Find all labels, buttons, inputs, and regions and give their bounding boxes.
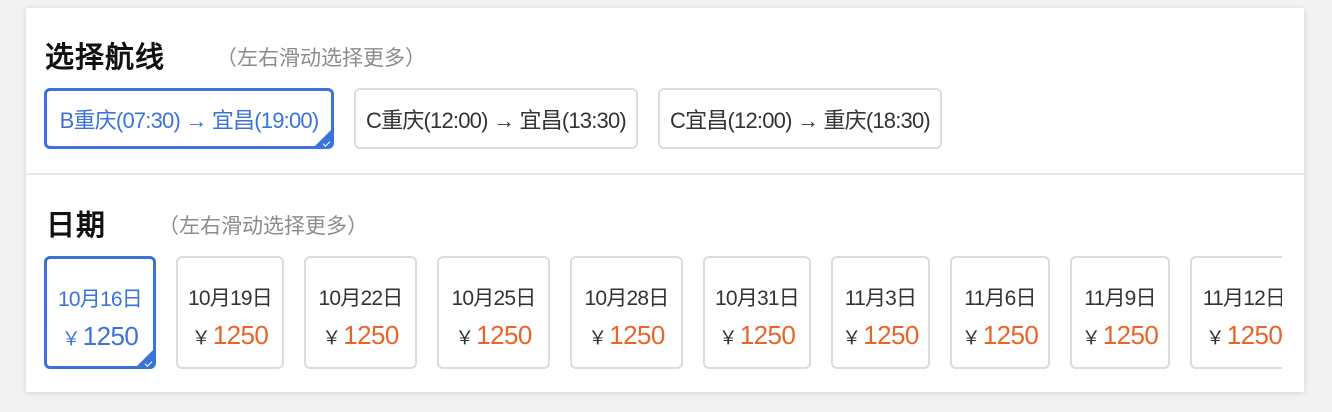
price-amount: 1250 bbox=[1102, 320, 1159, 350]
date-section-hint: （左右滑动选择更多） bbox=[158, 215, 368, 238]
date-price: ￥1250 bbox=[705, 320, 809, 351]
date-card[interactable]: 11月9日 ￥1250 bbox=[1070, 256, 1170, 369]
currency-symbol: ￥ bbox=[322, 328, 342, 349]
price-amount: 1250 bbox=[212, 320, 269, 350]
booking-panel: 选择航线 （左右滑动选择更多） B重庆(07:30) → 宜昌(19:00) C… bbox=[26, 8, 1304, 392]
date-price: ￥1250 bbox=[1072, 320, 1168, 351]
route-option-c-yichang-chongqing[interactable]: C宜昌(12:00) → 重庆(18:30) bbox=[658, 88, 942, 149]
price-amount: 1250 bbox=[1226, 320, 1282, 350]
currency-symbol: ￥ bbox=[1081, 328, 1101, 349]
date-label: 11月3日 bbox=[844, 287, 917, 310]
route-label: C重庆(12:00) → 宜昌(13:30) bbox=[366, 107, 627, 133]
route-option-b-chongqing-yichang[interactable]: B重庆(07:30) → 宜昌(19:00) bbox=[44, 88, 334, 149]
price-amount: 1250 bbox=[343, 320, 399, 350]
date-card[interactable]: 10月25日 ￥1250 bbox=[437, 256, 550, 369]
date-label: 11月9日 bbox=[1084, 287, 1156, 310]
date-card[interactable]: 11月6日 ￥1250 bbox=[950, 256, 1050, 369]
date-label: 10月31日 bbox=[715, 287, 800, 310]
price-amount: 1250 bbox=[82, 321, 139, 351]
date-price: ￥1250 bbox=[952, 320, 1048, 351]
date-label: 10月22日 bbox=[318, 287, 404, 310]
currency-symbol: ￥ bbox=[718, 328, 738, 349]
date-card[interactable]: 10月16日 ￥1250 bbox=[44, 256, 156, 369]
route-option-c-chongqing-yichang[interactable]: C重庆(12:00) → 宜昌(13:30) bbox=[354, 88, 638, 149]
price-amount: 1250 bbox=[739, 320, 796, 350]
price-amount: 1250 bbox=[609, 320, 665, 350]
date-label: 10月16日 bbox=[58, 288, 143, 311]
date-scroll-strip[interactable]: 10月16日 ￥1250 10月19日 ￥1250 10月22日 ￥1250 1… bbox=[26, 254, 1282, 376]
currency-symbol: ￥ bbox=[1205, 328, 1225, 349]
date-price: ￥1250 bbox=[306, 320, 415, 351]
price-amount: 1250 bbox=[476, 320, 532, 350]
route-section-hint: （左右滑动选择更多） bbox=[216, 47, 426, 70]
route-section-title: 选择航线 bbox=[45, 42, 166, 74]
date-price: ￥1250 bbox=[833, 320, 928, 351]
route-label: B重庆(07:30) → 宜昌(19:00) bbox=[59, 107, 320, 133]
currency-symbol: ￥ bbox=[455, 328, 475, 349]
date-price: ￥1250 bbox=[439, 320, 548, 351]
date-price: ￥1250 bbox=[1192, 320, 1282, 351]
date-label: 11月6日 bbox=[964, 287, 1036, 310]
date-price: ￥1250 bbox=[178, 320, 282, 351]
date-label: 11月12日 bbox=[1202, 287, 1282, 310]
price-amount: 1250 bbox=[982, 320, 1039, 350]
date-label: 10月28日 bbox=[584, 287, 670, 310]
date-card[interactable]: 11月3日 ￥1250 bbox=[831, 256, 930, 369]
currency-symbol: ￥ bbox=[842, 328, 862, 349]
date-card[interactable]: 10月28日 ￥1250 bbox=[570, 256, 683, 369]
date-price: ￥1250 bbox=[572, 320, 681, 351]
date-section-title: 日期 bbox=[46, 210, 107, 242]
date-card[interactable]: 10月31日 ￥1250 bbox=[703, 256, 811, 369]
price-amount: 1250 bbox=[863, 320, 919, 350]
date-price: ￥1250 bbox=[47, 321, 153, 352]
currency-symbol: ￥ bbox=[61, 329, 81, 350]
date-card[interactable]: 10月19日 ￥1250 bbox=[176, 256, 284, 369]
selected-check-icon bbox=[314, 129, 332, 147]
selected-check-icon bbox=[136, 349, 154, 367]
route-label: C宜昌(12:00) → 重庆(18:30) bbox=[670, 107, 931, 133]
section-divider bbox=[26, 173, 1304, 175]
date-label: 10月25日 bbox=[451, 287, 537, 310]
currency-symbol: ￥ bbox=[588, 328, 608, 349]
date-card[interactable]: 11月12日 ￥1250 bbox=[1190, 256, 1282, 369]
currency-symbol: ￥ bbox=[191, 328, 211, 349]
date-card[interactable]: 10月22日 ￥1250 bbox=[304, 256, 417, 369]
date-label: 10月19日 bbox=[188, 287, 273, 310]
currency-symbol: ￥ bbox=[961, 328, 981, 349]
